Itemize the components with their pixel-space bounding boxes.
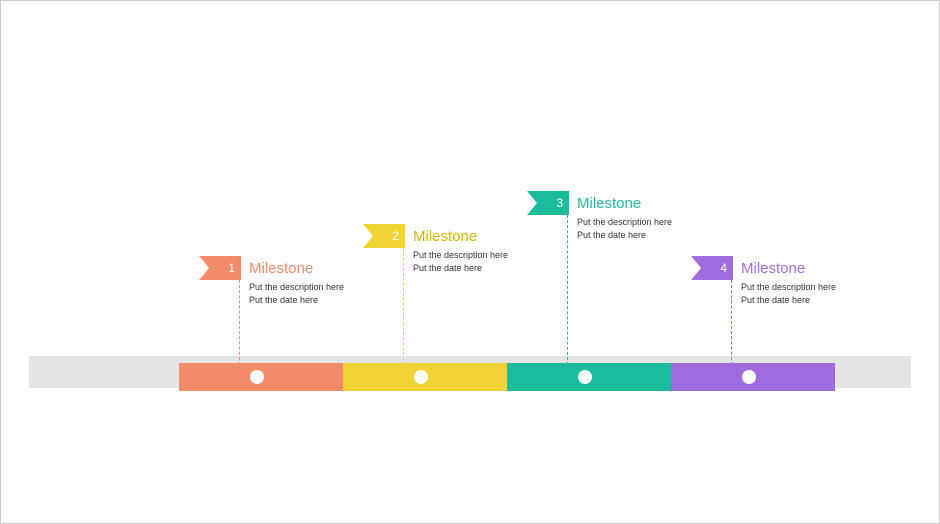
- connector-line-3: [567, 215, 568, 370]
- milestone-date-1: Put the date here: [249, 294, 419, 307]
- milestone-label-3: Milestone Put the description herePut the…: [577, 195, 747, 241]
- timeline-diagram: 1MilestonePut the description herePut th…: [1, 1, 939, 523]
- milestone-title-2: Milestone: [413, 228, 583, 245]
- milestone-flag-2: 2: [363, 224, 405, 248]
- milestone-label-1: Milestone Put the description herePut the…: [249, 260, 419, 306]
- milestone-flag-1: 1: [199, 256, 241, 280]
- connector-line-1: [239, 280, 240, 370]
- milestone-title-1: Milestone: [249, 260, 419, 277]
- milestone-description-1: Put the description here: [249, 281, 419, 294]
- milestone-description-2: Put the description here: [413, 249, 583, 262]
- milestone-date-3: Put the date here: [577, 229, 747, 242]
- milestone-label-2: Milestone Put the description herePut the…: [413, 228, 583, 274]
- milestone-date-2: Put the date here: [413, 262, 583, 275]
- milestone-flag-3: 3: [527, 191, 569, 215]
- milestone-flag-4: 4: [691, 256, 733, 280]
- milestone-date-4: Put the date here: [741, 294, 911, 307]
- milestone-label-4: Milestone Put the description herePut the…: [741, 260, 911, 306]
- timeline-dot-4: [742, 370, 756, 384]
- connector-line-2: [403, 248, 404, 370]
- timeline-dot-3: [578, 370, 592, 384]
- milestone-title-4: Milestone: [741, 260, 911, 277]
- milestone-description-4: Put the description here: [741, 281, 911, 294]
- timeline-dot-1: [250, 370, 264, 384]
- milestone-title-3: Milestone: [577, 195, 747, 212]
- connector-line-4: [731, 280, 732, 370]
- timeline-dot-2: [414, 370, 428, 384]
- milestone-description-3: Put the description here: [577, 216, 747, 229]
